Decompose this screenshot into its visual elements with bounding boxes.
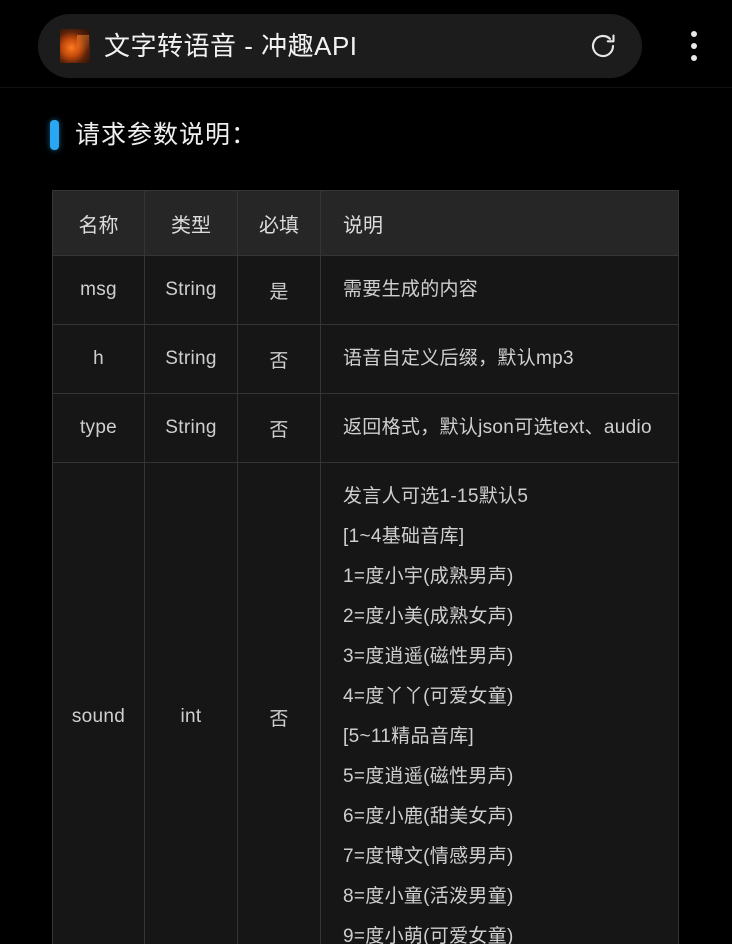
section-heading-label: 请求参数说明： [75, 121, 258, 149]
table-row: h String 否 语音自定义后缀，默认mp3 [52, 324, 679, 394]
description-line: 语音自定义后缀，默认mp3 [343, 348, 574, 369]
cell-param-name: msg [52, 255, 145, 325]
cell-param-type: String [144, 324, 238, 394]
description-line: 2=度小美(成熟女声) [343, 606, 514, 627]
page-title: 文字转语音 - 冲趣API [104, 31, 358, 61]
cell-param-type: int [144, 462, 238, 944]
cell-param-name: type [52, 393, 145, 463]
description-line: 8=度小童(活泼男童) [343, 886, 514, 907]
refresh-icon[interactable] [582, 25, 624, 67]
table-row: type String 否 返回格式，默认json可选text、audio [52, 393, 679, 463]
description-line: 7=度博文(情感男声) [343, 846, 514, 867]
column-header-type: 类型 [144, 190, 238, 256]
description-line: 需要生成的内容 [343, 279, 479, 300]
accent-bar [50, 120, 59, 150]
description-line: 发言人可选1-15默认5 [343, 486, 529, 507]
request-parameters-table: 名称 类型 必填 说明 msg String 是 需要生成的内容 h Strin… [52, 190, 679, 944]
table-row: msg String 是 需要生成的内容 [52, 255, 679, 325]
menu-dot [691, 55, 697, 61]
cell-param-required: 否 [237, 462, 321, 944]
cell-param-name: h [52, 324, 145, 394]
description-line: 9=度小萌(可爱女童) [343, 926, 514, 944]
column-header-name: 名称 [52, 190, 145, 256]
description-line: [1~4基础音库] [343, 526, 465, 547]
menu-dot [691, 31, 697, 37]
description-line: 6=度小鹿(甜美女声) [343, 806, 514, 827]
browser-toolbar: 文字转语音 - 冲趣API [0, 0, 732, 88]
cell-param-description: 需要生成的内容 [320, 255, 679, 325]
description-line: [5~11精品音库] [343, 726, 474, 747]
description-line: 返回格式，默认json可选text、audio [343, 417, 652, 438]
description-line: 1=度小宇(成熟男声) [343, 566, 514, 587]
description-line: 4=度丫丫(可爱女童) [343, 686, 514, 707]
table-header-row: 名称 类型 必填 说明 [52, 190, 679, 256]
column-header-required: 必填 [237, 190, 321, 256]
cell-param-description: 发言人可选1-15默认5 [1~4基础音库] 1=度小宇(成熟男声) 2=度小美… [320, 462, 679, 944]
description-line: 3=度逍遥(磁性男声) [343, 646, 514, 667]
cell-param-description: 返回格式，默认json可选text、audio [320, 393, 679, 463]
column-header-description: 说明 [320, 190, 679, 256]
cell-param-description: 语音自定义后缀，默认mp3 [320, 324, 679, 394]
menu-dot [691, 43, 697, 49]
cell-param-type: String [144, 255, 238, 325]
overflow-menu-icon[interactable] [672, 22, 716, 70]
cell-param-name: sound [52, 462, 145, 944]
site-favicon-icon [60, 29, 90, 63]
cell-param-type: String [144, 393, 238, 463]
page-content: 请求参数说明： 名称 类型 必填 说明 msg String 是 需要生成的内容 [0, 88, 732, 944]
cell-param-required: 否 [237, 324, 321, 394]
table-row: sound int 否 发言人可选1-15默认5 [1~4基础音库] 1=度小宇… [52, 462, 679, 944]
address-bar[interactable]: 文字转语音 - 冲趣API [38, 14, 642, 78]
cell-param-required: 是 [237, 255, 321, 325]
description-line: 5=度逍遥(磁性男声) [343, 766, 514, 787]
section-heading: 请求参数说明： [50, 116, 732, 154]
cell-param-required: 否 [237, 393, 321, 463]
